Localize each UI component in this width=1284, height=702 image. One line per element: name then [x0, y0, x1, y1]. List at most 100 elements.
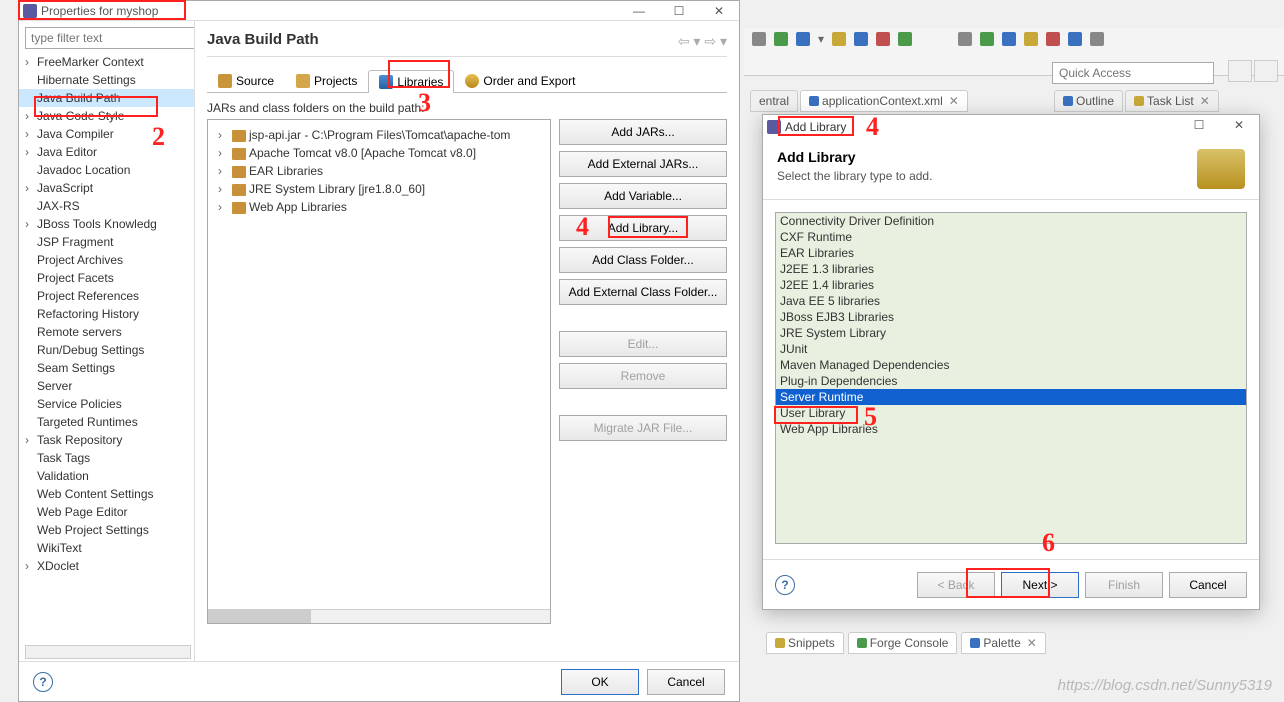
category-item[interactable]: JAX-RS	[19, 197, 194, 215]
tab-libraries[interactable]: Libraries	[368, 70, 454, 93]
category-item[interactable]: Task Repository	[19, 431, 194, 449]
library-type-item[interactable]: J2EE 1.4 libraries	[776, 277, 1246, 293]
help-button[interactable]: ?	[775, 575, 795, 595]
category-item[interactable]: Hibernate Settings	[19, 71, 194, 89]
help-button[interactable]: ?	[33, 672, 53, 692]
category-item[interactable]: Server	[19, 377, 194, 395]
library-type-item[interactable]: Server Runtime	[776, 389, 1246, 405]
category-item[interactable]: WikiText	[19, 539, 194, 557]
watermark: https://blog.csdn.net/Sunny5319	[1058, 677, 1272, 694]
tab-projects[interactable]: Projects	[285, 69, 368, 92]
editor-tab-central[interactable]: entral	[750, 90, 798, 112]
tab-forge-console[interactable]: Forge Console	[848, 632, 958, 654]
remove-button[interactable]: Remove	[559, 363, 727, 389]
add-external-class-folder-button[interactable]: Add External Class Folder...	[559, 279, 727, 305]
ok-button[interactable]: OK	[561, 669, 639, 695]
library-type-list[interactable]: Connectivity Driver DefinitionCXF Runtim…	[775, 212, 1247, 544]
horizontal-scrollbar[interactable]	[208, 609, 550, 623]
category-item[interactable]: Java Build Path	[19, 89, 194, 107]
tab-palette[interactable]: Palette✕	[961, 632, 1045, 654]
category-item[interactable]: Java Code Style	[19, 107, 194, 125]
add-variable-button[interactable]: Add Variable...	[559, 183, 727, 209]
library-type-item[interactable]: Maven Managed Dependencies	[776, 357, 1246, 373]
category-item[interactable]: Project Facets	[19, 269, 194, 287]
library-type-item[interactable]: JUnit	[776, 341, 1246, 357]
category-item[interactable]: Java Editor	[19, 143, 194, 161]
properties-dialog: Properties for myshop — ☐ ✕ FreeMarker C…	[18, 0, 740, 702]
view-tasklist[interactable]: Task List✕	[1125, 90, 1219, 112]
category-item[interactable]: JBoss Tools Knowledg	[19, 215, 194, 233]
library-type-item[interactable]: JBoss EJB3 Libraries	[776, 309, 1246, 325]
category-item[interactable]: XDoclet	[19, 557, 194, 575]
next-button[interactable]: Next >	[1001, 572, 1079, 598]
dialog-titlebar[interactable]: Add Library ☐ ✕	[763, 115, 1259, 139]
back-button[interactable]: < Back	[917, 572, 995, 598]
library-type-item[interactable]: JRE System Library	[776, 325, 1246, 341]
library-type-item[interactable]: Java EE 5 libraries	[776, 293, 1246, 309]
category-item[interactable]: Project Archives	[19, 251, 194, 269]
perspective-switcher[interactable]	[1228, 60, 1278, 82]
maximize-button[interactable]: ☐	[659, 1, 699, 21]
dialog-title: Properties for myshop	[41, 4, 158, 18]
close-icon[interactable]: ✕	[1027, 636, 1037, 650]
library-type-item[interactable]: Connectivity Driver Definition	[776, 213, 1246, 229]
library-type-item[interactable]: J2EE 1.3 libraries	[776, 261, 1246, 277]
category-item[interactable]: Project References	[19, 287, 194, 305]
jar-list[interactable]: jsp-api.jar - C:\Program Files\Tomcat\ap…	[207, 119, 551, 624]
close-icon[interactable]: ✕	[949, 94, 959, 108]
category-item[interactable]: Seam Settings	[19, 359, 194, 377]
category-item[interactable]: Javadoc Location	[19, 161, 194, 179]
category-item[interactable]: Targeted Runtimes	[19, 413, 194, 431]
dialog-title: Add Library	[785, 120, 846, 134]
editor-tab-appcontext[interactable]: applicationContext.xml✕	[800, 90, 968, 112]
category-item[interactable]: Web Content Settings	[19, 485, 194, 503]
category-item[interactable]: Validation	[19, 467, 194, 485]
jar-entry[interactable]: Apache Tomcat v8.0 [Apache Tomcat v8.0]	[214, 144, 544, 162]
finish-button[interactable]: Finish	[1085, 572, 1163, 598]
category-tree[interactable]: FreeMarker ContextHibernate SettingsJava…	[19, 21, 195, 661]
category-item[interactable]: Web Page Editor	[19, 503, 194, 521]
library-type-item[interactable]: CXF Runtime	[776, 229, 1246, 245]
category-item[interactable]: Refactoring History	[19, 305, 194, 323]
library-type-item[interactable]: Plug-in Dependencies	[776, 373, 1246, 389]
category-item[interactable]: Run/Debug Settings	[19, 341, 194, 359]
category-item[interactable]: Task Tags	[19, 449, 194, 467]
maximize-button[interactable]: ☐	[1179, 115, 1219, 135]
category-item[interactable]: FreeMarker Context	[19, 53, 194, 71]
category-item[interactable]: Remote servers	[19, 323, 194, 341]
tab-order-export[interactable]: Order and Export	[454, 69, 586, 92]
filter-input[interactable]	[25, 27, 195, 49]
close-button[interactable]: ✕	[699, 1, 739, 21]
category-item[interactable]: Java Compiler	[19, 125, 194, 143]
jar-entry[interactable]: EAR Libraries	[214, 162, 544, 180]
jar-entry[interactable]: JRE System Library [jre1.8.0_60]	[214, 180, 544, 198]
view-outline[interactable]: Outline	[1054, 90, 1123, 112]
library-type-item[interactable]: User Library	[776, 405, 1246, 421]
cancel-button[interactable]: Cancel	[1169, 572, 1247, 598]
dialog-titlebar[interactable]: Properties for myshop — ☐ ✕	[19, 1, 739, 21]
nav-history[interactable]: ⇦ ▾ ⇨ ▾	[678, 33, 727, 50]
jar-caption: JARs and class folders on the build path…	[207, 101, 727, 115]
library-type-item[interactable]: Web App Libraries	[776, 421, 1246, 437]
jar-entry[interactable]: jsp-api.jar - C:\Program Files\Tomcat\ap…	[214, 126, 544, 144]
minimize-button[interactable]: —	[619, 1, 659, 21]
category-item[interactable]: Web Project Settings	[19, 521, 194, 539]
tab-snippets[interactable]: Snippets	[766, 632, 844, 654]
cancel-button[interactable]: Cancel	[647, 669, 725, 695]
library-type-item[interactable]: EAR Libraries	[776, 245, 1246, 261]
close-icon[interactable]: ✕	[1200, 94, 1210, 108]
add-jars-button[interactable]: Add JARs...	[559, 119, 727, 145]
jar-entry[interactable]: Web App Libraries	[214, 198, 544, 216]
category-item[interactable]: JavaScript	[19, 179, 194, 197]
category-item[interactable]: Service Policies	[19, 395, 194, 413]
tab-source[interactable]: Source	[207, 69, 285, 92]
migrate-jar-button[interactable]: Migrate JAR File...	[559, 415, 727, 441]
horizontal-scrollbar[interactable]	[25, 645, 191, 659]
add-class-folder-button[interactable]: Add Class Folder...	[559, 247, 727, 273]
category-item[interactable]: JSP Fragment	[19, 233, 194, 251]
close-button[interactable]: ✕	[1219, 115, 1259, 135]
add-library-button[interactable]: Add Library...	[559, 215, 727, 241]
edit-button[interactable]: Edit...	[559, 331, 727, 357]
add-external-jars-button[interactable]: Add External JARs...	[559, 151, 727, 177]
quick-access-input[interactable]	[1052, 62, 1214, 84]
